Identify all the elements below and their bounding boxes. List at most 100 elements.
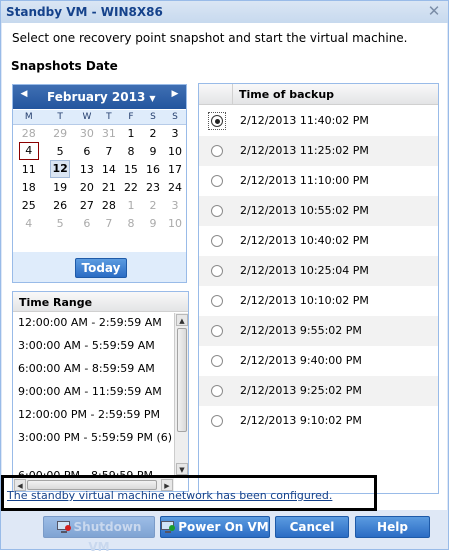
- backup-row[interactable]: 2/12/2013 9:55:02 PM: [199, 316, 438, 346]
- power-on-vm-button[interactable]: Power On VM: [160, 516, 270, 538]
- recovery-point-radio[interactable]: [211, 265, 223, 277]
- calendar-day[interactable]: 2: [142, 196, 164, 214]
- calendar-day[interactable]: 25: [13, 196, 44, 214]
- calendar-day[interactable]: 8: [120, 214, 142, 232]
- scroll-down-icon[interactable]: ▼: [176, 463, 188, 475]
- time-range-item[interactable]: 12:00:00 PM - 2:59:59 PM: [13, 405, 173, 428]
- calendar-day[interactable]: 8: [120, 142, 142, 160]
- recovery-point-radio[interactable]: [211, 295, 223, 307]
- calendar-day[interactable]: 18: [13, 178, 44, 196]
- calendar-day[interactable]: 31: [98, 124, 120, 142]
- calendar-day[interactable]: 21: [98, 178, 120, 196]
- shutdown-vm-button[interactable]: Shutdown VM: [43, 516, 155, 554]
- backup-row[interactable]: 2/12/2013 10:25:04 PM: [199, 256, 438, 286]
- calendar-day[interactable]: 3: [164, 196, 186, 214]
- time-range-item[interactable]: 3:00:00 PM - 5:59:59 PM (6): [13, 428, 173, 466]
- calendar-day[interactable]: 10: [164, 214, 186, 232]
- help-button[interactable]: Help: [355, 516, 430, 538]
- backup-row[interactable]: 2/12/2013 10:55:02 PM: [199, 196, 438, 226]
- calendar-day-label: 11: [21, 162, 36, 176]
- title-bar[interactable]: Standby VM - WIN8X86 ✕: [1, 1, 448, 23]
- month-picker[interactable]: February 2013 ▼: [47, 90, 155, 104]
- calendar-day[interactable]: 6: [76, 214, 98, 232]
- calendar-day[interactable]: 23: [142, 178, 164, 196]
- recovery-point-radio[interactable]: [211, 325, 223, 337]
- calendar-day[interactable]: 22: [120, 178, 142, 196]
- calendar-day[interactable]: 26: [44, 196, 75, 214]
- calendar-day-label: 19: [53, 180, 68, 194]
- arrow-right-icon[interactable]: ▶: [168, 89, 182, 103]
- column-time-of-backup[interactable]: Time of backup: [239, 88, 334, 101]
- instruction-text: Select one recovery point snapshot and s…: [12, 31, 408, 45]
- network-configured-link[interactable]: The standby virtual machine network has …: [7, 489, 332, 502]
- calendar-day-label: 5: [56, 216, 64, 230]
- recovery-point-radio[interactable]: [211, 415, 223, 427]
- calendar-day[interactable]: 17: [164, 160, 186, 178]
- calendar-day[interactable]: 5: [44, 142, 75, 160]
- backup-time: 2/12/2013 11:10:00 PM: [240, 174, 369, 187]
- calendar-day[interactable]: 27: [76, 196, 98, 214]
- calendar-day-label: 2: [149, 198, 157, 212]
- backup-row[interactable]: 2/12/2013 9:40:00 PM: [199, 346, 438, 376]
- calendar-day[interactable]: 16: [142, 160, 164, 178]
- backup-time: 2/12/2013 10:55:02 PM: [240, 204, 369, 217]
- calendar-day[interactable]: 12: [44, 160, 75, 178]
- calendar-day[interactable]: 13: [76, 160, 98, 178]
- calendar-day[interactable]: 29: [44, 124, 75, 142]
- calendar-day[interactable]: 15: [120, 160, 142, 178]
- calendar-day[interactable]: 1: [120, 124, 142, 142]
- calendar-day[interactable]: 1: [120, 196, 142, 214]
- calendar-day-label: 10: [167, 216, 182, 230]
- calendar-day[interactable]: 6: [76, 142, 98, 160]
- calendar-day[interactable]: 3: [164, 124, 186, 142]
- recovery-point-radio[interactable]: [211, 175, 223, 187]
- recovery-point-radio[interactable]: [211, 385, 223, 397]
- calendar-header: ◀ February 2013 ▼ ▶: [13, 85, 186, 109]
- calendar-day[interactable]: 24: [164, 178, 186, 196]
- backup-row[interactable]: 2/12/2013 10:40:02 PM: [199, 226, 438, 256]
- calendar-day[interactable]: 28: [98, 196, 120, 214]
- arrow-left-icon[interactable]: ◀: [17, 89, 31, 103]
- calendar-day[interactable]: 5: [44, 214, 75, 232]
- backup-row[interactable]: 2/12/2013 9:25:02 PM: [199, 376, 438, 406]
- backup-row[interactable]: 2/12/2013 9:10:02 PM: [199, 406, 438, 436]
- backup-row[interactable]: 2/12/2013 10:10:02 PM: [199, 286, 438, 316]
- calendar-day[interactable]: 4: [13, 142, 44, 160]
- time-range-item[interactable]: 6:00:00 AM - 8:59:59 AM: [13, 359, 173, 382]
- backup-row[interactable]: 2/12/2013 11:25:02 PM: [199, 136, 438, 166]
- today-button[interactable]: Today: [75, 258, 127, 278]
- vertical-scrollbar[interactable]: ▲ ▼: [174, 313, 188, 476]
- time-range-item[interactable]: 9:00:00 AM - 11:59:59 AM: [13, 382, 173, 405]
- calendar-day[interactable]: 20: [76, 178, 98, 196]
- recovery-point-radio[interactable]: [211, 235, 223, 247]
- recovery-point-radio[interactable]: [211, 145, 223, 157]
- calendar-day[interactable]: 2: [142, 124, 164, 142]
- calendar-day[interactable]: 4: [13, 214, 44, 232]
- calendar-day[interactable]: 14: [98, 160, 120, 178]
- calendar-day-label: 18: [21, 180, 36, 194]
- calendar-day[interactable]: 28: [13, 124, 44, 142]
- calendar-day[interactable]: 7: [98, 142, 120, 160]
- calendar-day[interactable]: 30: [76, 124, 98, 142]
- close-icon[interactable]: ✕: [426, 3, 442, 19]
- backup-row[interactable]: 2/12/2013 11:40:02 PM: [199, 106, 438, 136]
- time-range-item[interactable]: 12:00:00 AM - 2:59:59 AM: [13, 313, 173, 336]
- power-on-vm-label: Power On VM: [178, 520, 269, 534]
- calendar-day[interactable]: 10: [164, 142, 186, 160]
- calendar-day[interactable]: 9: [142, 214, 164, 232]
- backup-time: 2/12/2013 11:25:02 PM: [240, 144, 369, 157]
- scroll-up-icon[interactable]: ▲: [176, 314, 188, 326]
- calendar-day[interactable]: 11: [13, 160, 44, 178]
- recovery-point-radio[interactable]: [211, 355, 223, 367]
- backup-row[interactable]: 2/12/2013 11:10:00 PM: [199, 166, 438, 196]
- calendar-day[interactable]: 7: [98, 214, 120, 232]
- scrollbar-thumb[interactable]: [177, 328, 187, 432]
- time-range-item[interactable]: 3:00:00 AM - 5:59:59 AM: [13, 336, 173, 359]
- cancel-button[interactable]: Cancel: [275, 516, 349, 538]
- calendar-day-label: 14: [101, 162, 116, 176]
- focus-ring: [208, 112, 226, 130]
- recovery-point-radio[interactable]: [211, 205, 223, 217]
- calendar-day[interactable]: 19: [44, 178, 75, 196]
- weekday-header: S: [141, 110, 164, 125]
- calendar-day[interactable]: 9: [142, 142, 164, 160]
